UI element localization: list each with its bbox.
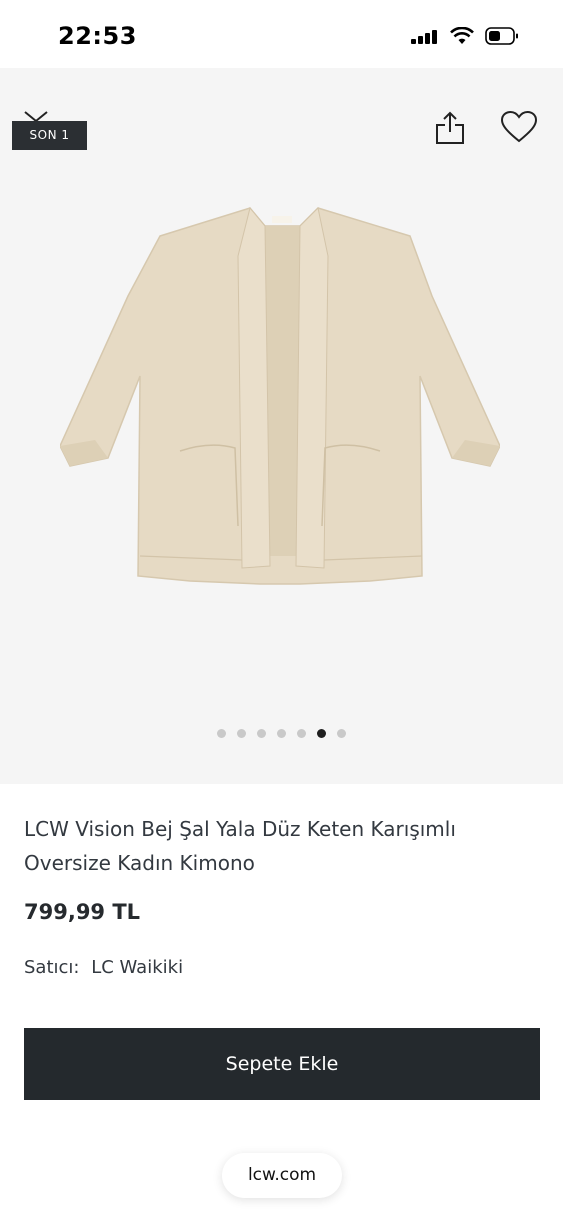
carousel-dot[interactable] <box>217 729 226 738</box>
carousel-pagination[interactable] <box>0 729 563 741</box>
status-time: 22:53 <box>58 22 137 50</box>
seller-label: Satıcı: <box>24 957 80 978</box>
seller-name[interactable]: LC Waikiki <box>91 957 183 978</box>
seller-info: Satıcı: LC Waikiki <box>24 957 183 978</box>
carousel-dot[interactable] <box>337 729 346 738</box>
battery-icon <box>485 27 518 45</box>
status-bar: 22:53 <box>0 0 563 68</box>
favorite-heart-icon[interactable] <box>500 110 538 144</box>
product-price: 799,99 TL <box>24 900 141 924</box>
carousel-dot[interactable] <box>237 729 246 738</box>
share-icon[interactable] <box>434 110 466 146</box>
carousel-dot[interactable] <box>277 729 286 738</box>
carousel-dot[interactable] <box>257 729 266 738</box>
carousel-dot[interactable] <box>297 729 306 738</box>
browser-url-bar[interactable]: lcw.com <box>222 1153 342 1198</box>
add-to-cart-button[interactable]: Sepete Ekle <box>24 1028 540 1100</box>
cellular-signal-icon <box>411 28 441 44</box>
stock-badge: SON 1 <box>12 121 87 150</box>
carousel-dot-active[interactable] <box>317 729 326 738</box>
product-image[interactable] <box>60 196 500 596</box>
product-title: LCW Vision Bej Şal Yala Düz Keten Karışı… <box>24 817 456 875</box>
wifi-icon <box>450 27 474 44</box>
